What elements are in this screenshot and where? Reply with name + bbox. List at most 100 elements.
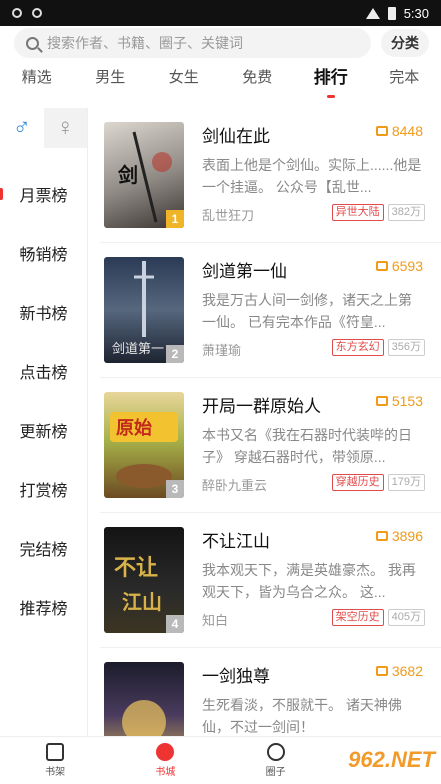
ticket-icon [375, 261, 388, 271]
category-tag: 穿越历史 [331, 474, 384, 491]
category-tag: 架空历史 [331, 609, 384, 626]
hot-count: 5153 [375, 393, 423, 409]
book-cover[interactable]: 剑 1 [104, 122, 184, 228]
tab-ranking[interactable]: 排行 [294, 60, 368, 100]
word-count-tag: 179万 [387, 474, 425, 491]
book-description: 表面上他是个剑仙。实际上......他是一个挂逼。 公众号【乱世... [202, 157, 422, 195]
svg-text:剑: 剑 [117, 163, 138, 187]
book-tags: 异世大陆 382万 [331, 204, 425, 221]
rank-badge: 3 [166, 480, 184, 498]
nav-label: 书城 [155, 767, 176, 778]
book-author[interactable]: 知白 [202, 610, 228, 629]
ticket-icon [375, 666, 388, 676]
book-cover[interactable]: 剑道第一 2 [104, 257, 184, 363]
top-tabs: 精选 男生 女生 免费 排行 完本 [0, 60, 441, 100]
svg-text:原始: 原始 [116, 417, 152, 439]
svg-text:剑道第一: 剑道第一 [112, 341, 164, 357]
hot-value: 3682 [391, 663, 423, 679]
svg-text:江山: 江山 [122, 590, 162, 614]
book-description: 我本观天下，满是英雄豪杰。 我再观天下，皆为乌合之众。 这... [202, 562, 416, 600]
book-author[interactable]: 萧瑾瑜 [202, 340, 241, 359]
word-count-tag: 382万 [387, 204, 425, 221]
tab-female[interactable]: 女生 [147, 60, 221, 100]
book-cover[interactable]: 不让 江山 4 [104, 527, 184, 633]
rank-recommend[interactable]: 推荐榜 [0, 577, 87, 636]
list-item[interactable]: 原始 3 开局一群原始人 5153 本书又名《我在石器时代装哔的日子》 穿越石器… [100, 378, 441, 513]
svg-text:不让: 不让 [114, 555, 158, 581]
ticket-icon [375, 126, 388, 136]
hot-value: 8448 [391, 123, 423, 139]
book-author[interactable]: 醉卧九重云 [202, 475, 267, 494]
nav-bookstore[interactable]: 书城 [110, 737, 220, 784]
book-list: 剑 1 剑仙在此 8448 表面上他是个剑仙。实际上......他是一个挂逼。 … [100, 108, 441, 736]
status-bar: 5:30 [0, 0, 441, 26]
hot-count: 6593 [375, 258, 423, 274]
ticket-icon [375, 396, 388, 406]
app-icon [32, 8, 42, 18]
word-count-tag: 356万 [387, 339, 425, 356]
book-title[interactable]: 剑仙在此 [202, 122, 270, 147]
rank-clicks[interactable]: 点击榜 [0, 341, 87, 400]
nav-label: 书架 [45, 767, 66, 778]
cover-art [122, 700, 166, 736]
bookstore-icon [156, 743, 175, 761]
rank-badge: 2 [166, 345, 184, 363]
list-item[interactable]: 一剑独尊 3682 生死看淡，不服就干。 诸天神佛仙，不过一剑间！ [100, 648, 441, 736]
female-icon[interactable]: ♀ [43, 108, 87, 148]
chat-icon [266, 743, 285, 761]
book-title[interactable]: 一剑独尊 [202, 662, 270, 687]
tab-male[interactable]: 男生 [74, 60, 148, 100]
search-input[interactable]: 搜索作者、书籍、圈子、关键词 [14, 28, 371, 58]
nav-bookshelf[interactable]: 书架 [0, 737, 110, 784]
book-description: 我是万古人间一剑修，诸天之上第一仙。 已有完本作品《符皇... [202, 292, 412, 330]
book-title[interactable]: 不让江山 [202, 527, 270, 552]
book-title[interactable]: 开局一群原始人 [202, 392, 321, 417]
search-row: 搜索作者、书籍、圈子、关键词 分类 [0, 26, 441, 60]
category-button[interactable]: 分类 [381, 29, 429, 57]
male-icon[interactable]: ♂ [0, 108, 44, 148]
rank-sidebar: ♂ ♀ 月票榜 畅销榜 新书榜 点击榜 更新榜 打赏榜 完结榜 推荐榜 [0, 108, 88, 736]
bookshelf-icon [46, 743, 65, 761]
rank-updates[interactable]: 更新榜 [0, 400, 87, 459]
book-tags: 穿越历史 179万 [331, 474, 425, 491]
category-tag: 异世大陆 [331, 204, 384, 221]
book-title[interactable]: 剑道第一仙 [202, 257, 287, 282]
rank-bestseller[interactable]: 畅销榜 [0, 223, 87, 282]
nav-label: 圈子 [265, 767, 286, 778]
rank-tips[interactable]: 打赏榜 [0, 459, 87, 518]
tab-featured[interactable]: 精选 [0, 60, 74, 100]
tab-free[interactable]: 免费 [221, 60, 295, 100]
book-cover[interactable] [104, 662, 184, 736]
hot-value: 6593 [391, 258, 423, 274]
hot-count: 8448 [375, 123, 423, 139]
wifi-icon [365, 7, 380, 19]
search-icon [26, 36, 39, 50]
rank-completed[interactable]: 完结榜 [0, 518, 87, 577]
rank-monthly-ticket[interactable]: 月票榜 [0, 164, 87, 223]
rank-new-books[interactable]: 新书榜 [0, 282, 87, 341]
book-author[interactable]: 乱世狂刀 [202, 205, 254, 224]
book-tags: 东方玄幻 356万 [331, 339, 425, 356]
hot-value: 5153 [391, 393, 423, 409]
hot-count: 3896 [375, 528, 423, 544]
word-count-tag: 405万 [387, 609, 425, 626]
category-tag: 东方玄幻 [331, 339, 384, 356]
list-item[interactable]: 不让 江山 4 不让江山 3896 我本观天下，满是英雄豪杰。 我再观天下，皆为… [100, 513, 441, 648]
hot-count: 3682 [375, 663, 423, 679]
book-description: 本书又名《我在石器时代装哔的日子》 穿越石器时代，带领原... [202, 427, 412, 465]
notification-icon [12, 8, 22, 18]
rank-badge: 1 [166, 210, 184, 228]
ticket-icon [375, 531, 388, 541]
site-watermark: 962.NET [348, 747, 435, 772]
hot-value: 3896 [391, 528, 423, 544]
search-placeholder: 搜索作者、书籍、圈子、关键词 [47, 35, 243, 51]
book-description: 生死看淡，不服就干。 诸天神佛仙，不过一剑间！ [202, 697, 402, 735]
list-item[interactable]: 剑道第一 2 剑道第一仙 6593 我是万古人间一剑修，诸天之上第一仙。 已有完… [100, 243, 441, 378]
battery-icon [387, 6, 396, 20]
book-cover[interactable]: 原始 3 [104, 392, 184, 498]
clock: 5:30 [403, 5, 429, 21]
list-item[interactable]: 剑 1 剑仙在此 8448 表面上他是个剑仙。实际上......他是一个挂逼。 … [100, 108, 441, 243]
rank-badge: 4 [166, 615, 184, 633]
book-tags: 架空历史 405万 [331, 609, 425, 626]
tab-completed[interactable]: 完本 [368, 60, 441, 100]
